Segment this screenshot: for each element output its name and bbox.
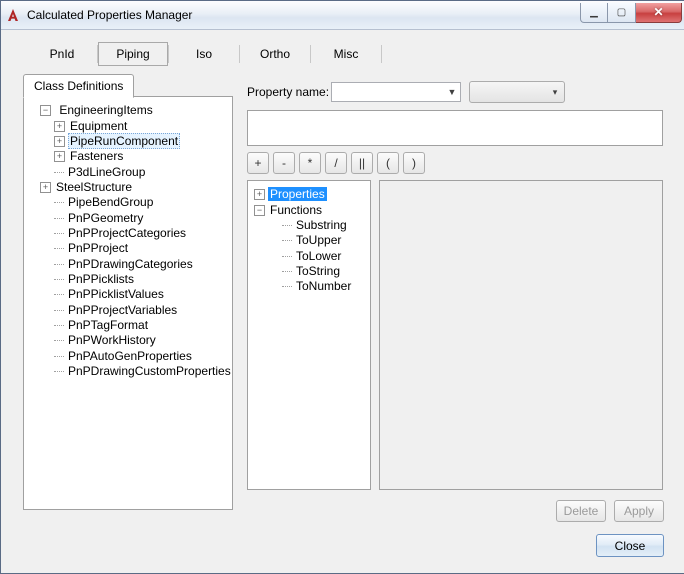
property-name-dropdown[interactable]: ▼ bbox=[331, 82, 461, 102]
expand-icon[interactable]: + bbox=[254, 189, 265, 200]
category-tabs: PnId Piping Iso Ortho Misc bbox=[27, 42, 382, 66]
window-title: Calculated Properties Manager bbox=[27, 8, 580, 22]
expand-icon[interactable]: + bbox=[40, 182, 51, 193]
tree-node[interactable]: PnPPicklists bbox=[66, 272, 136, 286]
tree-node[interactable]: ToString bbox=[294, 264, 342, 278]
tree-node[interactable]: EngineeringItems bbox=[57, 103, 154, 117]
tree-node[interactable]: PnPProject bbox=[66, 241, 130, 255]
tree-node-properties[interactable]: Properties bbox=[268, 187, 327, 201]
tree-node[interactable]: PnPDrawingCategories bbox=[66, 257, 195, 271]
operator-row: +-*/||() bbox=[247, 152, 425, 174]
tab-misc[interactable]: Misc bbox=[311, 42, 381, 66]
dialog-window: Calculated Properties Manager ▁ ▢ ✕ PnId… bbox=[0, 0, 684, 574]
tree-node-selected[interactable]: PipeRunComponent bbox=[68, 133, 180, 149]
tree-node[interactable]: PnPGeometry bbox=[66, 211, 145, 225]
expression-textbox[interactable] bbox=[247, 110, 663, 146]
minimize-icon: ▁ bbox=[590, 7, 598, 18]
tree-node[interactable]: PnPDrawingCustomProperties bbox=[66, 364, 233, 378]
tree-node[interactable]: P3dLineGroup bbox=[66, 165, 147, 179]
tree-node[interactable]: ToUpper bbox=[294, 233, 343, 247]
tree-node[interactable]: Fasteners bbox=[68, 149, 125, 163]
expand-icon[interactable]: + bbox=[54, 136, 65, 147]
collapse-icon[interactable]: − bbox=[40, 105, 51, 116]
operator-button[interactable]: * bbox=[299, 152, 321, 174]
client-area: PnId Piping Iso Ortho Misc Class Definit… bbox=[1, 30, 684, 573]
tree-node[interactable]: PnPProjectVariables bbox=[66, 303, 179, 317]
tree-node[interactable]: PipeBendGroup bbox=[66, 195, 155, 209]
operator-button[interactable]: - bbox=[273, 152, 295, 174]
tab-iso[interactable]: Iso bbox=[169, 42, 239, 66]
tab-ortho[interactable]: Ortho bbox=[240, 42, 310, 66]
maximize-icon: ▢ bbox=[617, 7, 626, 18]
tree-node[interactable]: Substring bbox=[294, 218, 349, 232]
operator-button[interactable]: ) bbox=[403, 152, 425, 174]
chevron-down-icon: ▼ bbox=[444, 83, 460, 101]
tree-node-functions[interactable]: Functions bbox=[268, 203, 324, 217]
operator-button[interactable]: / bbox=[325, 152, 347, 174]
close-window-button[interactable]: ✕ bbox=[636, 3, 682, 23]
tab-piping[interactable]: Piping bbox=[98, 42, 168, 66]
class-definitions-tree[interactable]: − EngineeringItems +Equipment +PipeRunCo… bbox=[23, 96, 233, 510]
functions-tree[interactable]: +Properties −Functions SubstringToUpper T… bbox=[247, 180, 371, 490]
property-action-dropdown[interactable]: ▾ bbox=[469, 81, 565, 103]
window-controls: ▁ ▢ ✕ bbox=[580, 3, 682, 23]
operator-button[interactable]: + bbox=[247, 152, 269, 174]
operator-button[interactable]: || bbox=[351, 152, 373, 174]
tree-node[interactable]: PnPWorkHistory bbox=[66, 333, 158, 347]
close-icon: ✕ bbox=[653, 5, 663, 19]
delete-button[interactable]: Delete bbox=[556, 500, 606, 522]
close-button[interactable]: Close bbox=[596, 534, 664, 557]
tree-node[interactable]: PnPAutoGenProperties bbox=[66, 349, 194, 363]
collapse-icon[interactable]: − bbox=[254, 205, 265, 216]
tree-node[interactable]: ToLower bbox=[294, 249, 343, 263]
expand-icon[interactable]: + bbox=[54, 121, 65, 132]
property-name-label: Property name: bbox=[247, 85, 329, 99]
tab-pnid[interactable]: PnId bbox=[27, 42, 97, 66]
preview-panel bbox=[379, 180, 663, 490]
tree-node[interactable]: PnPProjectCategories bbox=[66, 226, 188, 240]
apply-button[interactable]: Apply bbox=[614, 500, 664, 522]
tree-node[interactable]: Equipment bbox=[68, 119, 129, 133]
tree-node[interactable]: PnPPicklistValues bbox=[66, 287, 166, 301]
tree-node[interactable]: SteelStructure bbox=[54, 180, 134, 194]
expand-icon[interactable]: + bbox=[54, 151, 65, 162]
minimize-button[interactable]: ▁ bbox=[580, 3, 608, 23]
class-definitions-tab[interactable]: Class Definitions bbox=[23, 74, 134, 98]
titlebar[interactable]: Calculated Properties Manager ▁ ▢ ✕ bbox=[1, 1, 684, 30]
chevron-down-icon: ▾ bbox=[546, 82, 564, 102]
tree-node[interactable]: ToNumber bbox=[294, 279, 353, 293]
maximize-button[interactable]: ▢ bbox=[608, 3, 636, 23]
tree-node[interactable]: PnPTagFormat bbox=[66, 318, 150, 332]
app-icon bbox=[5, 7, 21, 23]
operator-button[interactable]: ( bbox=[377, 152, 399, 174]
